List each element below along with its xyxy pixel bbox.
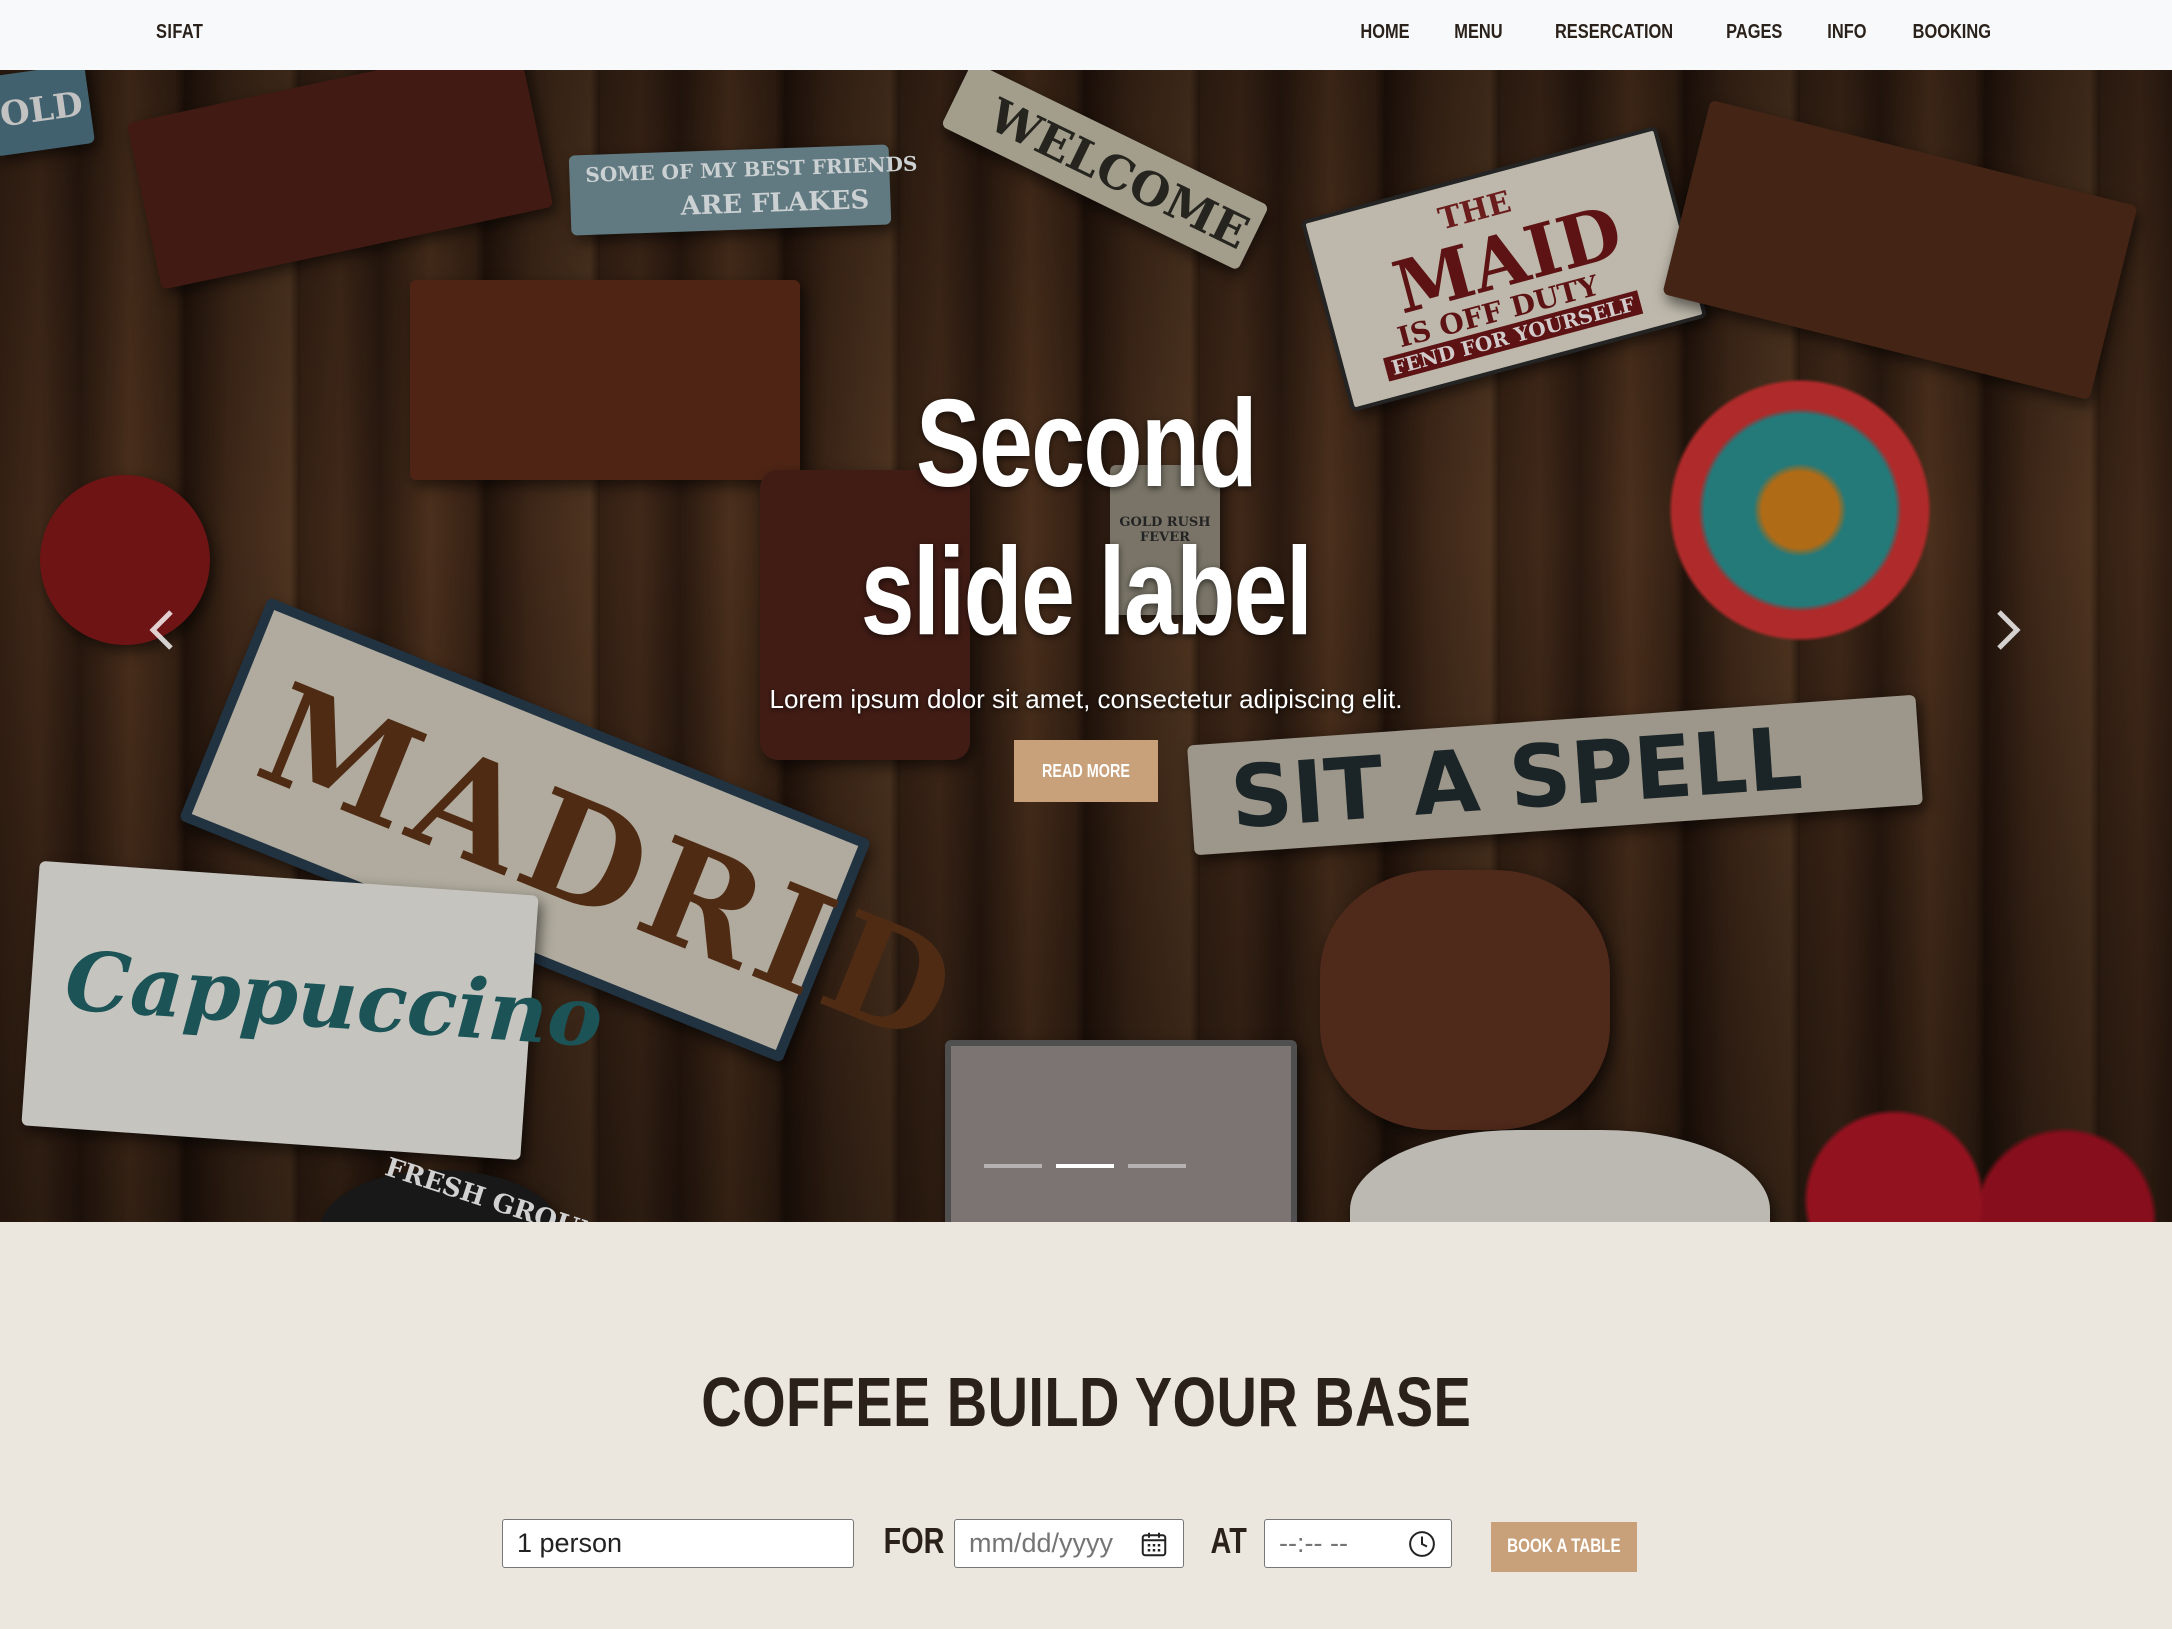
nav-pages[interactable]: PAGES [1726, 21, 1782, 44]
section-title: COFFEE BUILD YOUR BASE [0, 1362, 2172, 1442]
book-table-button[interactable]: BOOK A TABLE [1491, 1522, 1637, 1572]
calendar-icon[interactable] [1139, 1529, 1169, 1559]
time-input[interactable] [1279, 1528, 1401, 1559]
carousel-indicator-1[interactable] [984, 1164, 1042, 1168]
section-title-text: COFFEE BUILD YOUR BASE [700, 1363, 1472, 1441]
nav-reservation[interactable]: RESERCATION [1555, 21, 1673, 44]
read-more-button[interactable]: READ MORE [1014, 740, 1158, 802]
date-field[interactable] [954, 1519, 1184, 1568]
for-label: FOR [876, 1520, 952, 1562]
nav-links: HOME MENU RESERCATION PAGES INFO BOOKING [1355, 21, 2000, 44]
for-label-text: FOR [883, 1520, 945, 1561]
clock-icon[interactable] [1407, 1529, 1437, 1559]
read-more-label: READ MORE [1041, 760, 1130, 781]
carousel-indicator-3[interactable] [1128, 1164, 1186, 1168]
hero-carousel: OLD SOME OF MY BEST FRIENDS ARE FLAKES W… [0, 70, 2172, 1222]
brand-logo[interactable]: SIFAT [156, 21, 203, 44]
date-input[interactable] [969, 1528, 1133, 1559]
carousel-caption: Second slide label Lorem ipsum dolor sit… [0, 370, 2172, 715]
slide-title: Second slide label [860, 375, 1313, 661]
nav-menu[interactable]: MENU [1454, 21, 1502, 44]
carousel-indicator-2[interactable] [1056, 1164, 1114, 1168]
persons-field[interactable] [502, 1519, 854, 1568]
persons-input[interactable] [517, 1528, 839, 1559]
navbar: SIFAT HOME MENU RESERCATION PAGES INFO B… [0, 0, 2172, 71]
nav-booking[interactable]: BOOKING [1913, 21, 1991, 44]
at-label: AT [1206, 1520, 1251, 1562]
at-label-text: AT [1210, 1520, 1247, 1561]
nav-info[interactable]: INFO [1827, 21, 1866, 44]
carousel-indicators [984, 1164, 1186, 1168]
time-field[interactable] [1264, 1519, 1452, 1568]
nav-home[interactable]: HOME [1361, 21, 1410, 44]
book-table-label: BOOK A TABLE [1507, 1536, 1621, 1557]
slide-text: Lorem ipsum dolor sit amet, consectetur … [769, 684, 1403, 714]
